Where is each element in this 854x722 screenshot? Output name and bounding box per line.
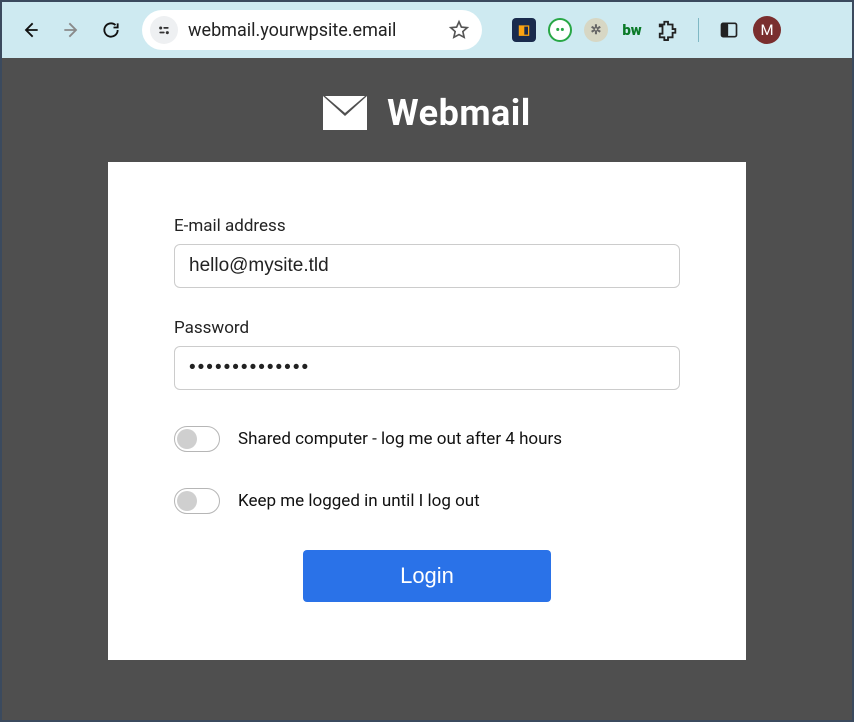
arrow-right-icon xyxy=(61,20,81,40)
arrow-left-icon xyxy=(21,20,41,40)
url-text: webmail.yourwpsite.email xyxy=(188,20,448,41)
back-button[interactable] xyxy=(14,13,48,47)
app-title: Webmail xyxy=(387,92,531,134)
forward-button[interactable] xyxy=(54,13,88,47)
toggle-thumb xyxy=(177,429,197,449)
shared-computer-row: Shared computer - log me out after 4 hou… xyxy=(174,426,680,452)
extension-icon-1[interactable]: ◧ xyxy=(512,18,536,42)
keep-logged-toggle[interactable] xyxy=(174,488,220,514)
password-input[interactable] xyxy=(174,346,680,390)
app-logo: Webmail xyxy=(323,92,531,134)
extension-icon-2[interactable]: •• xyxy=(548,18,572,42)
email-label: E-mail address xyxy=(174,216,680,236)
profile-avatar[interactable]: M xyxy=(753,16,781,44)
login-button[interactable]: Login xyxy=(303,550,551,602)
bookmark-star-icon[interactable] xyxy=(448,19,470,41)
shared-computer-label: Shared computer - log me out after 4 hou… xyxy=(238,429,562,449)
email-input[interactable] xyxy=(174,244,680,288)
toggle-thumb xyxy=(177,491,197,511)
extensions-menu-icon[interactable] xyxy=(656,18,680,42)
shared-computer-toggle[interactable] xyxy=(174,426,220,452)
extension-icon-3[interactable]: ✲ xyxy=(584,18,608,42)
login-card: E-mail address Password Shared computer … xyxy=(108,162,746,660)
password-label: Password xyxy=(174,318,680,338)
reload-icon xyxy=(101,20,121,40)
password-group: Password xyxy=(174,318,680,390)
address-bar[interactable]: webmail.yourwpsite.email xyxy=(142,10,482,50)
page-body: Webmail E-mail address Password Shared c… xyxy=(2,58,852,720)
extension-icons: ◧ •• ✲ bw M xyxy=(512,16,781,44)
reload-button[interactable] xyxy=(94,13,128,47)
sidepanel-icon[interactable] xyxy=(717,18,741,42)
site-info-icon[interactable] xyxy=(150,16,178,44)
browser-toolbar: webmail.yourwpsite.email ◧ •• ✲ bw M xyxy=(2,2,852,58)
toolbar-divider xyxy=(698,18,699,42)
extension-icon-4[interactable]: bw xyxy=(620,18,644,42)
keep-logged-row: Keep me logged in until I log out xyxy=(174,488,680,514)
envelope-icon xyxy=(323,96,367,130)
email-group: E-mail address xyxy=(174,216,680,288)
keep-logged-label: Keep me logged in until I log out xyxy=(238,491,480,511)
